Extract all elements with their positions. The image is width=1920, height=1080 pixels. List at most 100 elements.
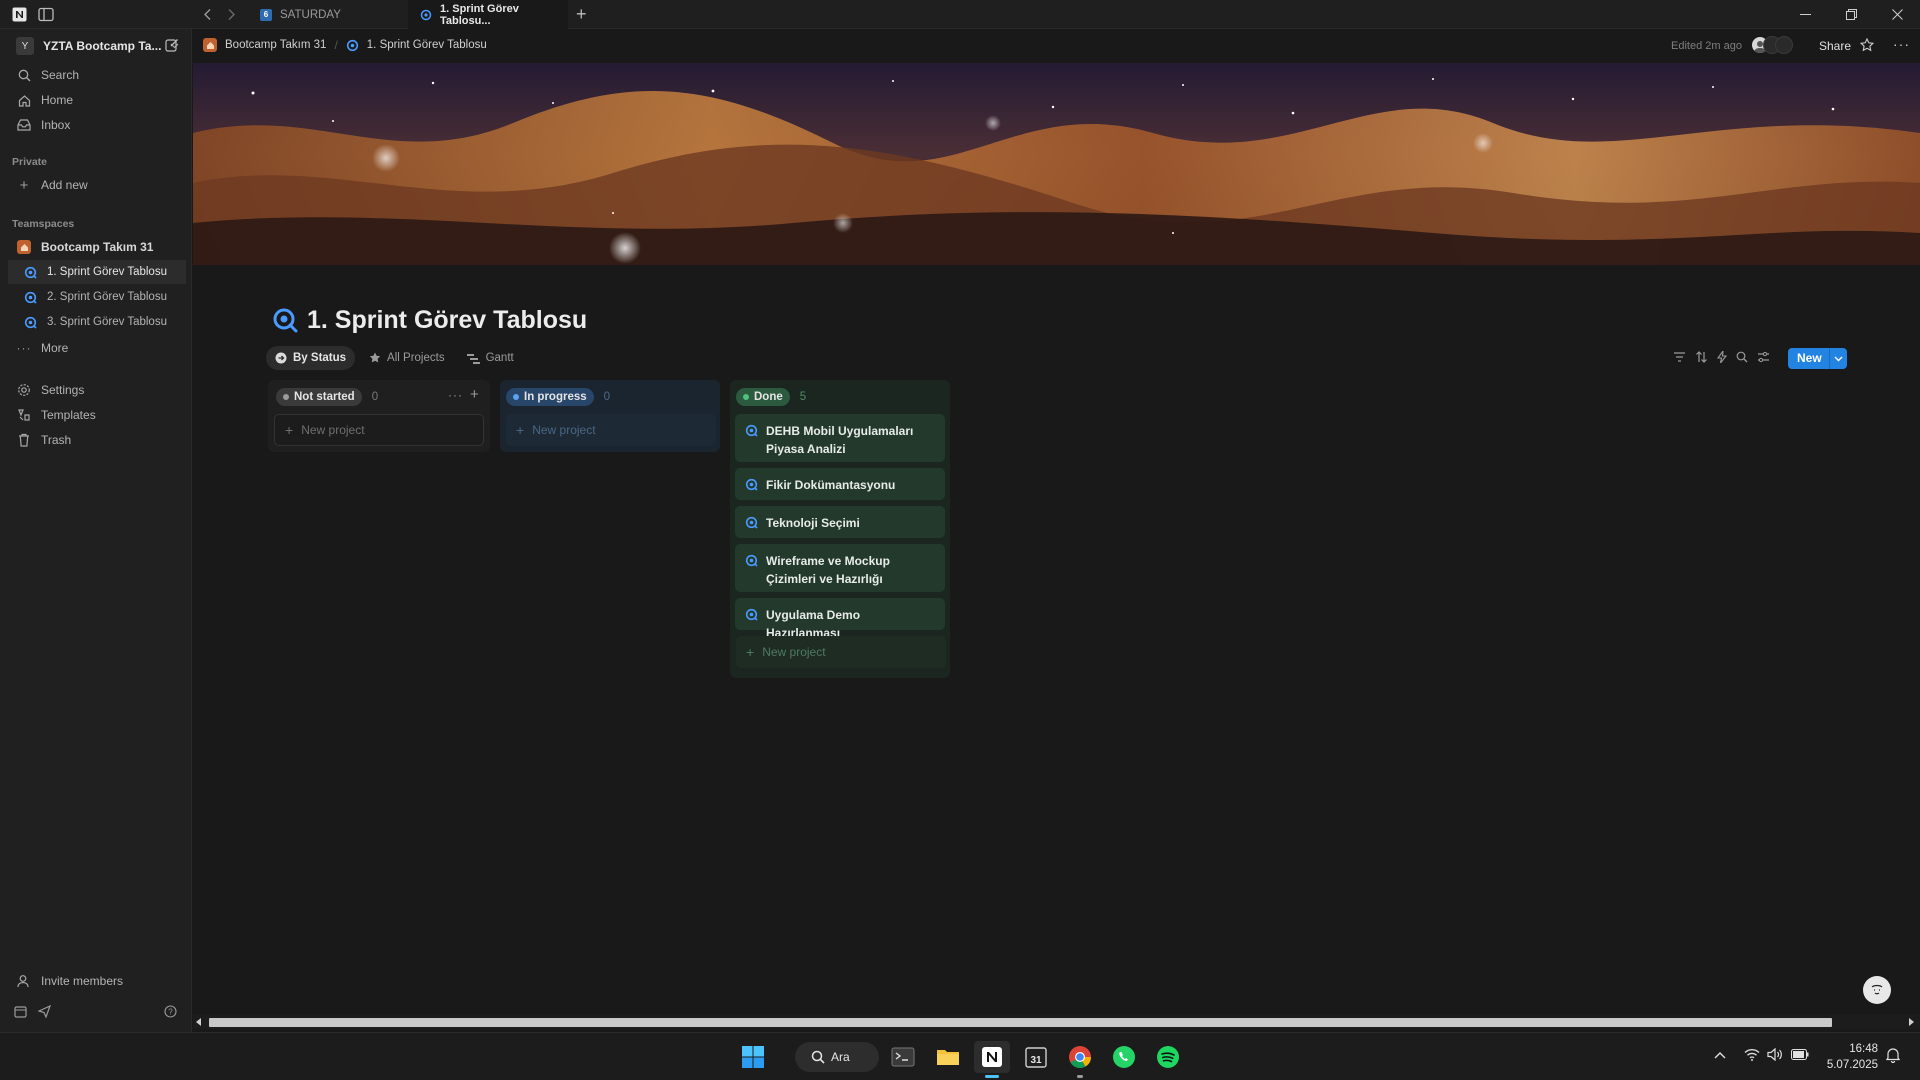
tab-saturday[interactable]: 6 SATURDAY	[248, 0, 408, 29]
tab-sprint-board[interactable]: 1. Sprint Görev Tablosu...	[408, 0, 568, 29]
windows-start-icon[interactable]	[735, 1041, 771, 1073]
status-badge[interactable]: Done	[736, 388, 790, 406]
tab-all-projects[interactable]: All Projects	[361, 346, 453, 370]
sidebar-item-home[interactable]: Home	[8, 88, 186, 112]
send-icon[interactable]	[38, 1005, 51, 1018]
sidebar-item-sprint-2[interactable]: 2. Sprint Görev Tablosu	[8, 285, 186, 309]
search-icon	[16, 67, 32, 83]
tray-chevron-up-icon[interactable]	[1714, 1051, 1726, 1059]
sidebar-toggle-icon[interactable]	[38, 7, 54, 22]
share-button[interactable]: Share	[1819, 39, 1851, 53]
sidebar-item-more[interactable]: ··· More	[8, 336, 186, 360]
search-icon[interactable]	[1736, 351, 1748, 363]
sidebar-item-label: More	[41, 341, 69, 355]
project-card[interactable]: Uygulama Demo Hazırlanması	[735, 598, 945, 640]
sidebar-item-sprint-1[interactable]: 1. Sprint Görev Tablosu	[8, 260, 186, 284]
view-settings-icon[interactable]	[1757, 351, 1770, 363]
sidebar-item-sprint-3[interactable]: 3. Sprint Görev Tablosu	[8, 310, 186, 334]
project-card[interactable]: Fikir Dokümantasyonu	[735, 468, 945, 500]
help-icon[interactable]: ?	[164, 1005, 177, 1018]
breadcrumb-page[interactable]: 1. Sprint Görev Tablosu	[367, 39, 487, 51]
target-icon	[745, 516, 758, 530]
restore-icon[interactable]	[1828, 0, 1874, 29]
status-badge[interactable]: In progress	[506, 388, 594, 406]
new-project-label: New project	[301, 423, 365, 437]
wifi-icon[interactable]	[1744, 1048, 1760, 1061]
sidebar-item-label: Trash	[41, 433, 72, 447]
templates-icon	[16, 407, 32, 423]
page-icon[interactable]	[272, 307, 298, 333]
clock-time: 16:48	[1849, 1043, 1878, 1055]
column-add-plus-icon[interactable]: +	[470, 386, 479, 403]
lightning-icon[interactable]	[1717, 351, 1727, 363]
status-dot	[743, 394, 749, 400]
sidebar-item-teamspace[interactable]: Bootcamp Takım 31	[8, 235, 186, 259]
new-tab-plus-icon[interactable]: +	[576, 5, 587, 23]
sidebar-item-search[interactable]: Search	[8, 63, 186, 87]
close-window-icon[interactable]	[1874, 0, 1920, 29]
notion-taskbar-icon[interactable]	[974, 1041, 1010, 1078]
terminal-icon[interactable]	[885, 1041, 921, 1073]
breadcrumb-teamspace[interactable]: Bootcamp Takım 31	[225, 39, 326, 51]
back-arrow-icon[interactable]	[202, 8, 214, 21]
project-card[interactable]: Wireframe ve Mockup Çizimleri ve Hazırlı…	[735, 544, 945, 592]
new-project-row[interactable]: + New project	[736, 636, 946, 668]
invite-members-button[interactable]: Invite members	[8, 969, 186, 993]
more-options-icon[interactable]: ···	[1893, 37, 1910, 51]
add-new-page[interactable]: + Add new	[8, 173, 186, 197]
star-favorite-icon[interactable]	[1860, 38, 1874, 52]
whatsapp-icon[interactable]	[1106, 1041, 1142, 1073]
page-cover-image[interactable]	[193, 63, 1920, 265]
notification-bell-icon[interactable]	[1886, 1047, 1900, 1063]
new-item-button-group: New	[1788, 348, 1847, 369]
volume-icon[interactable]	[1767, 1048, 1783, 1061]
system-clock[interactable]: 16:48 5.07.2025	[1822, 1041, 1878, 1073]
target-icon	[745, 608, 758, 622]
calendar-31-icon[interactable]: 31	[1018, 1041, 1054, 1073]
filter-icon[interactable]	[1673, 351, 1686, 363]
sort-icon[interactable]	[1695, 351, 1708, 363]
tab-by-status[interactable]: By Status	[266, 346, 356, 370]
battery-icon[interactable]	[1791, 1049, 1809, 1060]
scrollbar-thumb[interactable]	[209, 1018, 1832, 1027]
calendar-app-icon[interactable]	[14, 1005, 27, 1018]
sidebar-item-trash[interactable]: Trash	[8, 428, 186, 452]
page-topbar: Bootcamp Takım 31 / 1. Sprint Görev Tabl…	[193, 29, 1920, 63]
tab-gantt[interactable]: Gantt	[459, 346, 522, 370]
file-explorer-icon[interactable]	[930, 1041, 966, 1073]
scroll-right-arrow-icon[interactable]	[1908, 1018, 1914, 1026]
chevron-down-icon[interactable]	[1828, 348, 1847, 369]
new-page-compose-icon[interactable]	[165, 38, 179, 52]
page-title[interactable]: 1. Sprint Görev Tablosu	[307, 306, 587, 335]
chrome-icon[interactable]	[1062, 1041, 1098, 1078]
new-button[interactable]: New	[1788, 348, 1829, 369]
avatar	[1775, 36, 1793, 54]
column-more-icon[interactable]: ···	[448, 388, 463, 402]
search-icon	[811, 1050, 825, 1064]
spotify-icon[interactable]	[1150, 1041, 1186, 1073]
sidebar-item-label: Inbox	[41, 118, 71, 132]
workspace-switcher[interactable]: Y YZTA Bootcamp Ta...	[8, 34, 186, 58]
svg-text:31: 31	[1030, 1055, 1042, 1066]
sidebar-item-templates[interactable]: Templates	[8, 403, 186, 427]
new-project-row[interactable]: + New project	[506, 414, 716, 446]
horizontal-scrollbar[interactable]	[193, 1015, 1920, 1029]
minimize-icon[interactable]	[1782, 0, 1828, 29]
teamspace-home-icon	[203, 38, 217, 52]
taskbar-search[interactable]: Ara	[795, 1042, 879, 1072]
project-card[interactable]: DEHB Mobil Uygulamaları Piyasa Analizi	[735, 414, 945, 462]
sidebar-item-inbox[interactable]: Inbox	[8, 113, 186, 137]
board-column-done: Done 5 DEHB Mobil Uygulamaları Piyasa An…	[730, 380, 950, 678]
sidebar-item-label: Bootcamp Takım 31	[41, 240, 154, 254]
tab-label: Gantt	[485, 352, 514, 364]
sidebar-item-settings[interactable]: Settings	[8, 378, 186, 402]
project-card[interactable]: Teknoloji Seçimi	[735, 506, 945, 538]
forward-arrow-icon[interactable]	[225, 8, 237, 21]
collaborator-avatars[interactable]	[1751, 36, 1793, 54]
new-project-row[interactable]: + New project	[274, 414, 484, 446]
view-toolbar	[1673, 351, 1770, 363]
notion-logo-icon[interactable]	[12, 7, 27, 22]
scroll-left-arrow-icon[interactable]	[196, 1018, 202, 1026]
notion-ai-face-icon[interactable]	[1863, 976, 1891, 1004]
status-badge[interactable]: Not started	[276, 388, 362, 406]
